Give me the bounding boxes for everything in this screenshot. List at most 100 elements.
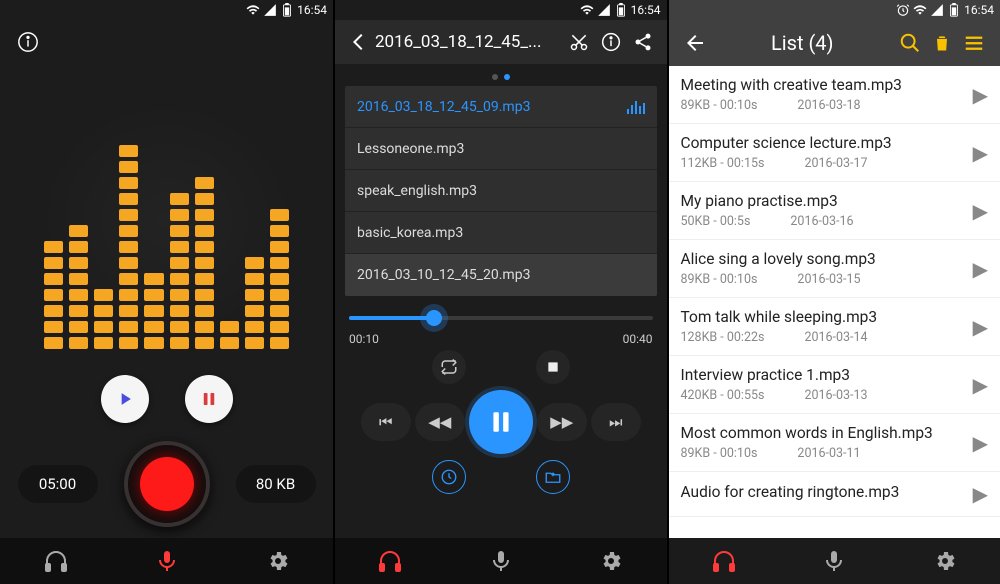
file-item[interactable]: Audio for creating ringtone.mp3▶ xyxy=(669,472,1000,517)
play-pause-button[interactable] xyxy=(469,390,533,454)
battery-icon xyxy=(614,3,628,17)
speed-button[interactable] xyxy=(432,460,466,494)
file-size: 80 KB xyxy=(236,465,316,503)
delete-icon[interactable] xyxy=(926,27,958,59)
recorder-controls: 05:00 80 KB xyxy=(0,363,333,538)
time-current: 00:10 xyxy=(349,332,379,346)
playlist-item-label: 2016_03_18_12_45_09.mp3 xyxy=(357,99,530,115)
eq-column xyxy=(220,321,239,349)
play-button[interactable] xyxy=(101,375,149,423)
forward-button[interactable]: ▶▶ xyxy=(537,403,587,441)
playlist: 2016_03_18_12_45_09.mp3 Lessoneone.mp3 spe… xyxy=(345,86,657,296)
bottom-nav xyxy=(0,538,333,584)
header: 2016_03_18_12_45_... xyxy=(335,20,667,64)
eq-column xyxy=(44,241,63,349)
playlist-item[interactable]: 2016_03_18_12_45_09.mp3 xyxy=(345,86,657,128)
file-item[interactable]: Alice sing a lovely song.mp389KB - 00:10… xyxy=(669,240,1000,298)
seek-slider[interactable] xyxy=(349,316,653,320)
file-name: Interview practice 1.mp3 xyxy=(681,366,973,384)
info-icon[interactable] xyxy=(12,26,44,58)
screen-recorder: 16:54 05:00 80 KB xyxy=(0,0,333,584)
bottom-nav xyxy=(669,538,1000,584)
menu-icon[interactable] xyxy=(958,27,990,59)
eq-column xyxy=(245,257,264,349)
file-meta-size: 50KB - 00:5s xyxy=(681,214,751,229)
cut-icon[interactable] xyxy=(563,26,595,58)
file-item[interactable]: Tom talk while sleeping.mp3128KB - 00:22… xyxy=(669,298,1000,356)
playback-controls: ⏮ ◀◀ ▶▶ ⏭ xyxy=(335,346,667,538)
playing-indicator-icon xyxy=(627,100,645,114)
gear-icon[interactable] xyxy=(931,547,959,575)
wifi-icon xyxy=(246,3,260,17)
play-icon[interactable]: ▶ xyxy=(973,315,988,339)
gear-icon[interactable] xyxy=(597,547,625,575)
battery-icon xyxy=(947,3,961,17)
file-meta-date: 2016-03-14 xyxy=(804,330,867,345)
file-meta-size: 89KB - 00:10s xyxy=(681,272,758,287)
file-meta-date: 2016-03-18 xyxy=(797,98,860,113)
file-name: Tom talk while sleeping.mp3 xyxy=(681,308,973,326)
play-icon[interactable]: ▶ xyxy=(973,431,988,455)
playlist-item[interactable]: 2016_03_10_12_45_20.mp3 xyxy=(345,254,657,296)
eq-column xyxy=(69,225,88,349)
file-item[interactable]: My piano practise.mp350KB - 00:5s2016-03… xyxy=(669,182,1000,240)
play-icon[interactable]: ▶ xyxy=(973,199,988,223)
file-item[interactable]: Most common words in English.mp389KB - 0… xyxy=(669,414,1000,472)
file-meta-date: 2016-03-15 xyxy=(797,272,860,287)
file-meta-size: 89KB - 00:10s xyxy=(681,446,758,461)
play-icon[interactable]: ▶ xyxy=(973,373,988,397)
back-icon[interactable] xyxy=(343,26,375,58)
file-meta-date: 2016-03-11 xyxy=(797,446,860,461)
playlist-item-label: speak_english.mp3 xyxy=(357,183,477,199)
statusbar: 16:54 xyxy=(335,0,667,20)
share-icon[interactable] xyxy=(627,26,659,58)
play-icon[interactable]: ▶ xyxy=(973,482,988,506)
headphones-icon[interactable] xyxy=(42,547,70,575)
play-icon[interactable]: ▶ xyxy=(973,141,988,165)
info-icon[interactable] xyxy=(595,26,627,58)
playlist-item[interactable]: Lessoneone.mp3 xyxy=(345,128,657,170)
headphones-icon[interactable] xyxy=(376,547,404,575)
file-meta-size: 112KB - 00:15s xyxy=(681,156,765,171)
repeat-button[interactable] xyxy=(432,350,466,384)
wifi-icon xyxy=(913,3,927,17)
status-time: 16:54 xyxy=(297,3,327,17)
next-track-button[interactable]: ⏭ xyxy=(591,403,641,441)
signal-icon xyxy=(263,3,277,17)
eq-column xyxy=(195,177,214,349)
search-icon[interactable] xyxy=(894,27,926,59)
folder-button[interactable] xyxy=(536,460,570,494)
prev-track-button[interactable]: ⏮ xyxy=(361,403,411,441)
file-name: Audio for creating ringtone.mp3 xyxy=(681,483,973,501)
mic-icon[interactable] xyxy=(487,547,515,575)
play-icon[interactable]: ▶ xyxy=(973,83,988,107)
playlist-item[interactable]: basic_korea.mp3 xyxy=(345,212,657,254)
file-item[interactable]: Meeting with creative team.mp389KB - 00:… xyxy=(669,66,1000,124)
record-button[interactable] xyxy=(124,441,210,527)
signal-icon xyxy=(597,3,611,17)
file-meta-size: 89KB - 00:10s xyxy=(681,98,758,113)
file-item[interactable]: Computer science lecture.mp3112KB - 00:1… xyxy=(669,124,1000,182)
back-icon[interactable] xyxy=(679,27,711,59)
rewind-button[interactable]: ◀◀ xyxy=(415,403,465,441)
file-meta-date: 2016-03-13 xyxy=(804,388,867,403)
play-icon[interactable]: ▶ xyxy=(973,257,988,281)
pause-button[interactable] xyxy=(185,375,233,423)
header xyxy=(0,20,333,64)
mic-icon[interactable] xyxy=(153,547,181,575)
file-meta-size: 420KB - 00:55s xyxy=(681,388,765,403)
stop-button[interactable] xyxy=(536,350,570,384)
file-meta-date: 2016-03-17 xyxy=(804,156,867,171)
header: List (4) xyxy=(669,20,1000,66)
file-item[interactable]: Interview practice 1.mp3 420KB - 00:55s 20… xyxy=(669,356,1000,414)
header-title: 2016_03_18_12_45_... xyxy=(375,32,541,52)
eq-column xyxy=(144,273,163,349)
signal-icon xyxy=(930,3,944,17)
equalizer xyxy=(14,78,319,363)
headphones-icon[interactable] xyxy=(710,547,738,575)
mic-icon[interactable] xyxy=(820,547,848,575)
playlist-item-label: basic_korea.mp3 xyxy=(357,225,463,241)
file-meta-date: 2016-03-16 xyxy=(790,214,853,229)
gear-icon[interactable] xyxy=(264,547,292,575)
playlist-item[interactable]: speak_english.mp3 xyxy=(345,170,657,212)
